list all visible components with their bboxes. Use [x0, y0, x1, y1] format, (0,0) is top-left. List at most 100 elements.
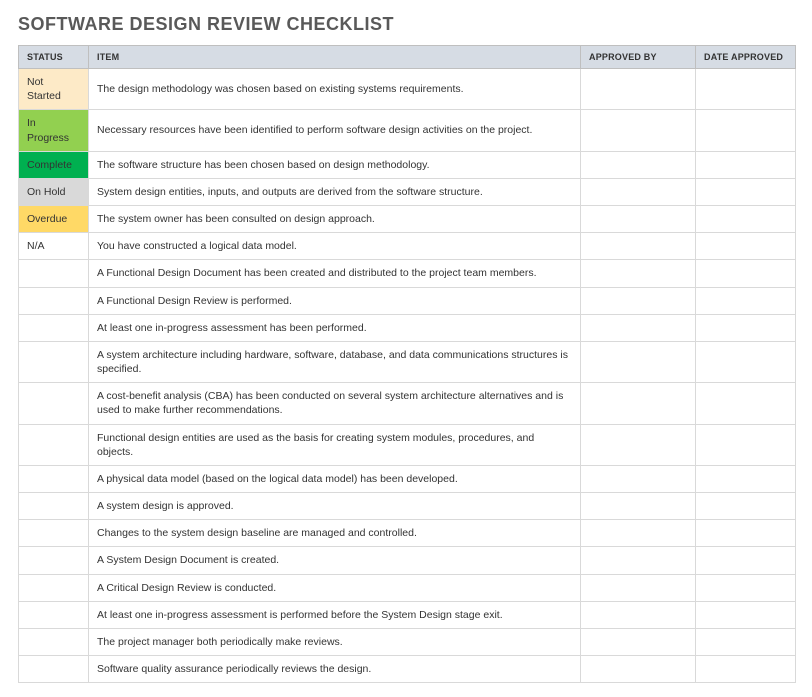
table-row: A cost-benefit analysis (CBA) has been c…: [19, 383, 796, 424]
table-row: A system architecture including hardware…: [19, 341, 796, 382]
table-row: A system design is approved.: [19, 493, 796, 520]
table-row: In ProgressNecessary resources have been…: [19, 110, 796, 151]
date-approved-cell[interactable]: [696, 383, 796, 424]
date-approved-cell[interactable]: [696, 574, 796, 601]
date-approved-cell[interactable]: [696, 493, 796, 520]
date-approved-cell[interactable]: [696, 287, 796, 314]
status-cell[interactable]: [19, 341, 89, 382]
approved-by-cell[interactable]: [581, 628, 696, 655]
status-cell[interactable]: In Progress: [19, 110, 89, 151]
table-row: CompleteThe software structure has been …: [19, 151, 796, 178]
date-approved-cell[interactable]: [696, 69, 796, 110]
status-cell[interactable]: [19, 465, 89, 492]
status-cell[interactable]: [19, 628, 89, 655]
status-cell[interactable]: Complete: [19, 151, 89, 178]
status-cell[interactable]: On Hold: [19, 178, 89, 205]
item-cell: The project manager both periodically ma…: [89, 628, 581, 655]
item-cell: System design entities, inputs, and outp…: [89, 178, 581, 205]
status-cell[interactable]: [19, 656, 89, 683]
date-approved-cell[interactable]: [696, 151, 796, 178]
date-approved-cell[interactable]: [696, 601, 796, 628]
table-row: N/AYou have constructed a logical data m…: [19, 233, 796, 260]
approved-by-cell[interactable]: [581, 110, 696, 151]
approved-by-cell[interactable]: [581, 601, 696, 628]
page-title: SOFTWARE DESIGN REVIEW CHECKLIST: [18, 14, 794, 35]
date-approved-cell[interactable]: [696, 206, 796, 233]
item-cell: You have constructed a logical data mode…: [89, 233, 581, 260]
status-cell[interactable]: [19, 260, 89, 287]
table-row: A System Design Document is created.: [19, 547, 796, 574]
date-approved-cell[interactable]: [696, 341, 796, 382]
status-cell[interactable]: N/A: [19, 233, 89, 260]
status-cell[interactable]: [19, 493, 89, 520]
checklist-table: STATUS ITEM APPROVED BY DATE APPROVED No…: [18, 45, 796, 683]
approved-by-cell[interactable]: [581, 69, 696, 110]
approved-by-cell[interactable]: [581, 260, 696, 287]
status-cell[interactable]: Not Started: [19, 69, 89, 110]
item-cell: The system owner has been consulted on d…: [89, 206, 581, 233]
status-cell[interactable]: [19, 547, 89, 574]
status-cell[interactable]: Overdue: [19, 206, 89, 233]
date-approved-cell[interactable]: [696, 314, 796, 341]
status-cell[interactable]: [19, 287, 89, 314]
date-approved-cell[interactable]: [696, 465, 796, 492]
date-approved-cell[interactable]: [696, 656, 796, 683]
date-approved-cell[interactable]: [696, 547, 796, 574]
item-cell: A Functional Design Document has been cr…: [89, 260, 581, 287]
approved-by-cell[interactable]: [581, 574, 696, 601]
item-cell: A Critical Design Review is conducted.: [89, 574, 581, 601]
approved-by-cell[interactable]: [581, 151, 696, 178]
table-header-row: STATUS ITEM APPROVED BY DATE APPROVED: [19, 46, 796, 69]
date-approved-cell[interactable]: [696, 260, 796, 287]
approved-by-cell[interactable]: [581, 424, 696, 465]
table-row: Functional design entities are used as t…: [19, 424, 796, 465]
item-cell: Software quality assurance periodically …: [89, 656, 581, 683]
date-approved-cell[interactable]: [696, 424, 796, 465]
approved-by-cell[interactable]: [581, 493, 696, 520]
item-cell: Necessary resources have been identified…: [89, 110, 581, 151]
item-cell: A system design is approved.: [89, 493, 581, 520]
table-row: At least one in-progress assessment has …: [19, 314, 796, 341]
date-approved-cell[interactable]: [696, 110, 796, 151]
checklist-body: Not StartedThe design methodology was ch…: [19, 69, 796, 683]
item-cell: At least one in-progress assessment is p…: [89, 601, 581, 628]
col-header-approved-by: APPROVED BY: [581, 46, 696, 69]
table-row: A Critical Design Review is conducted.: [19, 574, 796, 601]
approved-by-cell[interactable]: [581, 206, 696, 233]
item-cell: The design methodology was chosen based …: [89, 69, 581, 110]
table-row: A physical data model (based on the logi…: [19, 465, 796, 492]
approved-by-cell[interactable]: [581, 287, 696, 314]
col-header-item: ITEM: [89, 46, 581, 69]
status-cell[interactable]: [19, 601, 89, 628]
item-cell: A cost-benefit analysis (CBA) has been c…: [89, 383, 581, 424]
table-row: At least one in-progress assessment is p…: [19, 601, 796, 628]
item-cell: Changes to the system design baseline ar…: [89, 520, 581, 547]
approved-by-cell[interactable]: [581, 656, 696, 683]
approved-by-cell[interactable]: [581, 233, 696, 260]
status-cell[interactable]: [19, 383, 89, 424]
approved-by-cell[interactable]: [581, 465, 696, 492]
col-header-status: STATUS: [19, 46, 89, 69]
approved-by-cell[interactable]: [581, 383, 696, 424]
item-cell: A Functional Design Review is performed.: [89, 287, 581, 314]
table-row: Software quality assurance periodically …: [19, 656, 796, 683]
status-cell[interactable]: [19, 520, 89, 547]
status-cell[interactable]: [19, 574, 89, 601]
date-approved-cell[interactable]: [696, 233, 796, 260]
approved-by-cell[interactable]: [581, 341, 696, 382]
item-cell: The software structure has been chosen b…: [89, 151, 581, 178]
approved-by-cell[interactable]: [581, 547, 696, 574]
approved-by-cell[interactable]: [581, 314, 696, 341]
status-cell[interactable]: [19, 424, 89, 465]
date-approved-cell[interactable]: [696, 628, 796, 655]
item-cell: A System Design Document is created.: [89, 547, 581, 574]
table-row: OverdueThe system owner has been consult…: [19, 206, 796, 233]
status-cell[interactable]: [19, 314, 89, 341]
table-row: Changes to the system design baseline ar…: [19, 520, 796, 547]
approved-by-cell[interactable]: [581, 520, 696, 547]
approved-by-cell[interactable]: [581, 178, 696, 205]
date-approved-cell[interactable]: [696, 520, 796, 547]
item-cell: A system architecture including hardware…: [89, 341, 581, 382]
date-approved-cell[interactable]: [696, 178, 796, 205]
table-row: A Functional Design Review is performed.: [19, 287, 796, 314]
